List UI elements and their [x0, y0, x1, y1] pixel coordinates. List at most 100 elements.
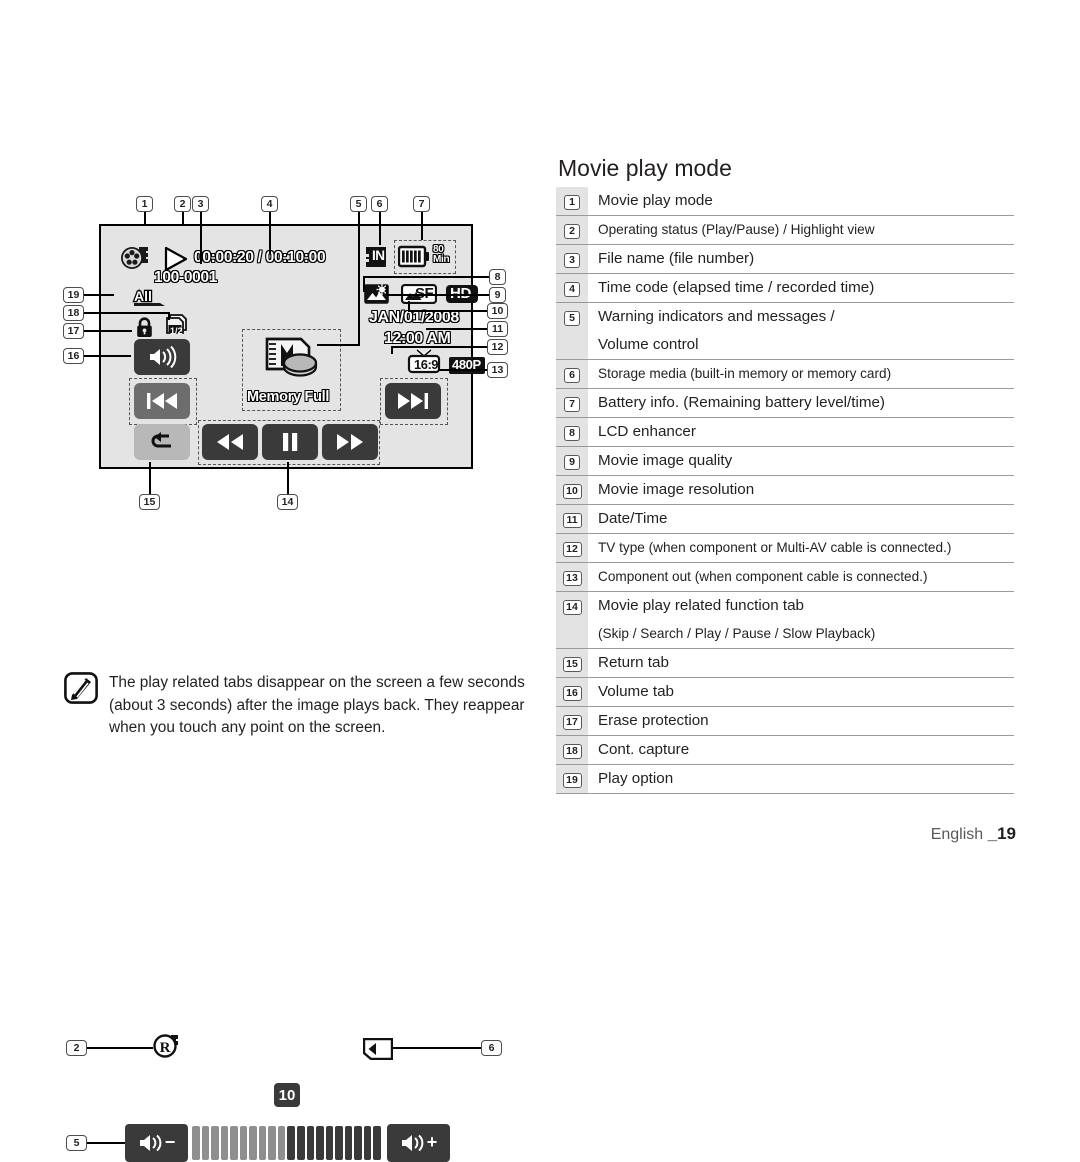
- legend-number-18: 18: [556, 736, 588, 764]
- search-backward-tab-button[interactable]: [202, 424, 258, 460]
- legend-row: Volume control: [556, 331, 1014, 360]
- callout-18: 18: [63, 305, 84, 321]
- skip-forward-tab-button[interactable]: [385, 383, 441, 419]
- callout-line-8a: [363, 276, 490, 278]
- volume-segment: [325, 1126, 334, 1160]
- legend-number-box: 18: [562, 743, 582, 759]
- legend-row-label: Erase protection: [598, 712, 709, 729]
- callout-line-13: [438, 369, 489, 371]
- volume-segment: [335, 1126, 343, 1160]
- storage-media-label: IN: [372, 248, 385, 263]
- legend-number-15: 15: [556, 649, 588, 677]
- volume-segment: [344, 1126, 353, 1160]
- legend-number-8: 8: [556, 418, 588, 446]
- volume-level-badge: 10: [274, 1083, 300, 1107]
- callout-2: 2: [174, 196, 191, 212]
- legend-row: 6 Storage media (built-in memory or memor…: [556, 360, 1014, 389]
- callout-17: 17: [63, 323, 84, 339]
- legend-row: 1 Movie play mode: [556, 187, 1014, 216]
- callout-line-14: [287, 462, 289, 494]
- legend-row: 17 Erase protection: [556, 707, 1014, 736]
- callout-line-18b: [168, 312, 170, 320]
- legend-number-2: 2: [556, 216, 588, 244]
- battery-time-unit: Min: [433, 254, 450, 265]
- skip-back-tab-button[interactable]: [134, 383, 190, 419]
- legend-row-label: Operating status (Play/Pause) / Highligh…: [598, 222, 875, 237]
- volume-down-label: −: [164, 1132, 176, 1152]
- volume-segment: [277, 1126, 286, 1160]
- callout-line-5b: [317, 344, 360, 346]
- file-name-text: 100-0001: [154, 269, 218, 286]
- volume-segment: [239, 1126, 248, 1160]
- callout-line-15: [149, 462, 151, 494]
- legend-number-box: 9: [564, 454, 580, 470]
- svg-text:All: All: [134, 288, 152, 304]
- callout-bottom-5: 5: [66, 1135, 87, 1151]
- callout-4: 4: [261, 196, 278, 212]
- legend-number-box: 6: [564, 367, 580, 383]
- legend-row: 15 Return tab: [556, 649, 1014, 678]
- callout-line-4: [269, 212, 271, 254]
- callout-9: 9: [489, 287, 506, 303]
- search-forward-tab-button[interactable]: [322, 424, 378, 460]
- legend-row-label: Time code (elapsed time / recorded time): [598, 279, 875, 296]
- callout-6: 6: [371, 196, 388, 212]
- legend-row-label: Date/Time: [598, 510, 668, 527]
- legend-number-box: 8: [564, 425, 580, 441]
- legend-row: 16 Volume tab: [556, 678, 1014, 707]
- legend-table: 1 Movie play mode 2 Operating status (Play/…: [556, 187, 1014, 794]
- volume-segment: [306, 1126, 315, 1160]
- volume-tab-button[interactable]: [134, 339, 190, 375]
- legend-row-label: File name (file number): [598, 250, 755, 267]
- callout-8: 8: [489, 269, 506, 285]
- callout-line-3: [200, 212, 202, 264]
- callout-line-12a: [391, 346, 489, 348]
- legend-row: 5 Warning indicators and messages /: [556, 303, 1014, 331]
- callout-line-9a: [386, 294, 490, 296]
- lcd-diagram-panel: 1 2 3 4 5 6 7 8 9 10 11 12 13 19 18 17 1…: [0, 0, 556, 1162]
- legend-row: 2 Operating status (Play/Pause) / Highlig…: [556, 216, 1014, 245]
- supplemental-icon-diagrams: 2 R 6 10 5 − +: [0, 505, 556, 1162]
- erase-protection-lock-icon: [135, 317, 154, 338]
- callout-5: 5: [350, 196, 367, 212]
- legend-row: 12 TV type (when component or Multi-AV ca…: [556, 534, 1014, 563]
- callout-7: 7: [413, 196, 430, 212]
- legend-number-10: 10: [556, 476, 588, 504]
- callout-19: 19: [63, 287, 84, 303]
- footer-page-number: _19: [987, 824, 1016, 843]
- legend-number-13: 13: [556, 563, 588, 591]
- callout-line-16: [84, 355, 131, 357]
- callout-line-2: [182, 212, 184, 226]
- volume-segment: [211, 1126, 219, 1160]
- return-tab-button[interactable]: [134, 424, 190, 460]
- legend-number-3: 3: [556, 245, 588, 273]
- legend-number-box: 13: [562, 570, 582, 586]
- footer: English _19: [931, 824, 1016, 844]
- legend-number-16: 16: [556, 678, 588, 706]
- callout-line-9b: [386, 285, 388, 295]
- legend-number-box: 1: [564, 194, 580, 210]
- volume-up-button[interactable]: +: [387, 1124, 450, 1162]
- volume-level-bar[interactable]: [192, 1125, 383, 1161]
- memory-card-icon: [363, 1038, 393, 1060]
- tv-type-icon: 16:9: [406, 349, 442, 375]
- callout-3: 3: [192, 196, 209, 212]
- legend-number-6: 6: [556, 360, 588, 388]
- volume-segment: [220, 1126, 229, 1160]
- battery-icon: [398, 245, 430, 268]
- legend-row-label: Movie image quality: [598, 452, 733, 469]
- volume-segment: [258, 1126, 267, 1160]
- pause-tab-button[interactable]: [262, 424, 318, 460]
- volume-down-button[interactable]: −: [125, 1124, 188, 1162]
- legend-number-box: 19: [562, 772, 582, 788]
- legend-row-label: (Skip / Search / Play / Pause / Slow Pla…: [598, 626, 876, 641]
- tv-type-label: 16:9: [414, 357, 439, 372]
- legend-row-label: Volume tab: [598, 683, 674, 700]
- callout-line-bottom-5: [87, 1142, 125, 1144]
- legend-row: 19 Play option: [556, 765, 1014, 794]
- legend-number-box: 12: [562, 541, 582, 557]
- callout-line-17: [84, 330, 132, 332]
- legend-row: 11 Date/Time: [556, 505, 1014, 534]
- legend-row-label: Play option: [598, 770, 674, 787]
- callout-line-bottom-2: [87, 1047, 153, 1049]
